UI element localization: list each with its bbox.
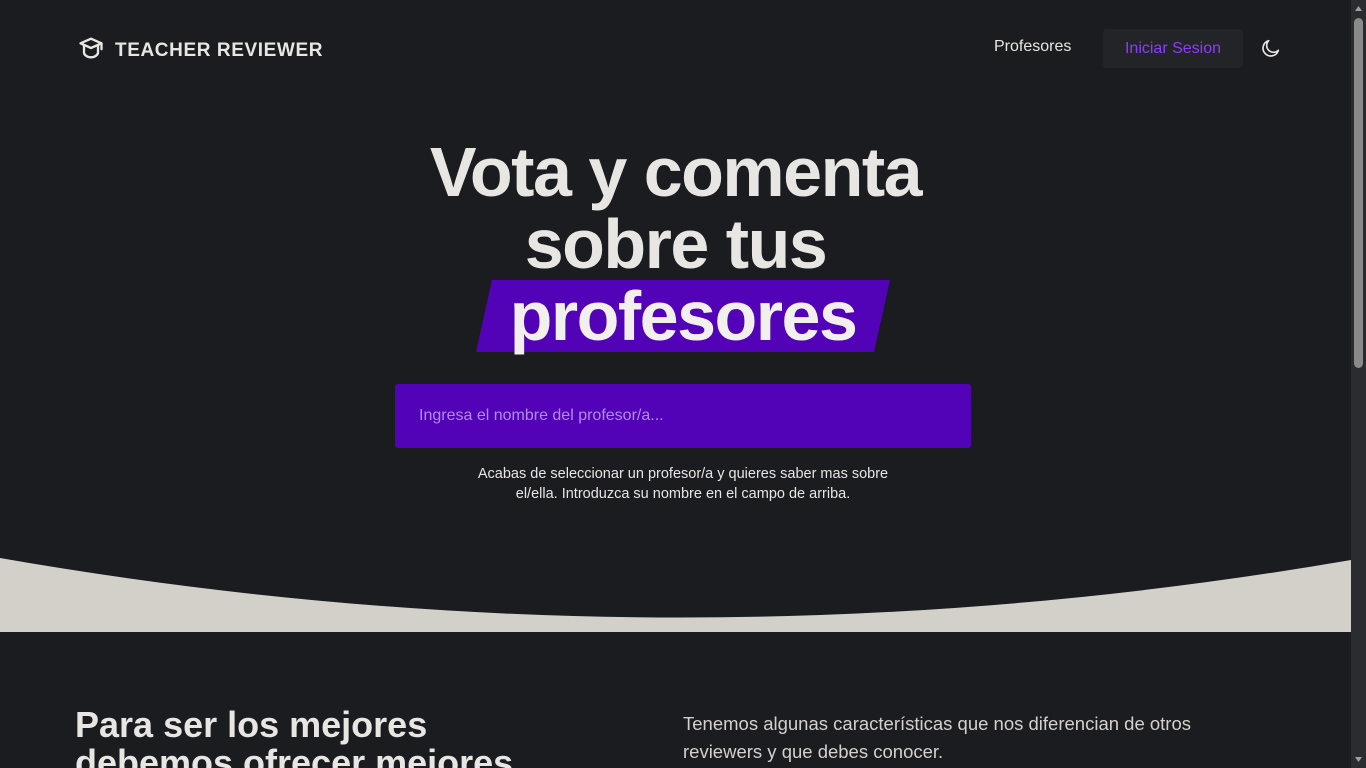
professor-search-input[interactable] [395, 384, 971, 448]
theme-toggle-button[interactable] [1258, 36, 1284, 62]
login-button[interactable]: Iniciar Sesion [1103, 29, 1243, 68]
features-title: Para ser los mejores debemos ofrecer mej… [75, 704, 514, 768]
graduation-cap-icon [77, 34, 105, 67]
scroll-up-arrow-icon[interactable] [1354, 4, 1363, 14]
scroll-down-arrow-icon[interactable] [1354, 754, 1363, 764]
features-description: Tenemos algunas características que nos … [683, 713, 1192, 762]
hero-highlight-text: profesores [509, 277, 858, 355]
wave-divider [0, 558, 1351, 632]
brand-name: TEACHER REVIEWER [115, 39, 324, 61]
top-navbar: TEACHER REVIEWER Profesores Iniciar Sesi… [0, 0, 1351, 96]
scrollbar-thumb[interactable] [1354, 18, 1363, 368]
brand-link[interactable]: TEACHER REVIEWER [77, 34, 323, 67]
nav-link-profesores[interactable]: Profesores [994, 38, 1071, 56]
hero-title-line-2: sobre tus [524, 205, 828, 283]
search-hint: Acabas de seleccionar un profesor/a y qu… [477, 466, 889, 502]
hero-highlight: profesores [476, 280, 890, 352]
hero-title-line-1: Vota y comenta [429, 133, 923, 211]
page: TEACHER REVIEWER Profesores Iniciar Sesi… [0, 0, 1351, 768]
moon-icon [1260, 37, 1282, 62]
